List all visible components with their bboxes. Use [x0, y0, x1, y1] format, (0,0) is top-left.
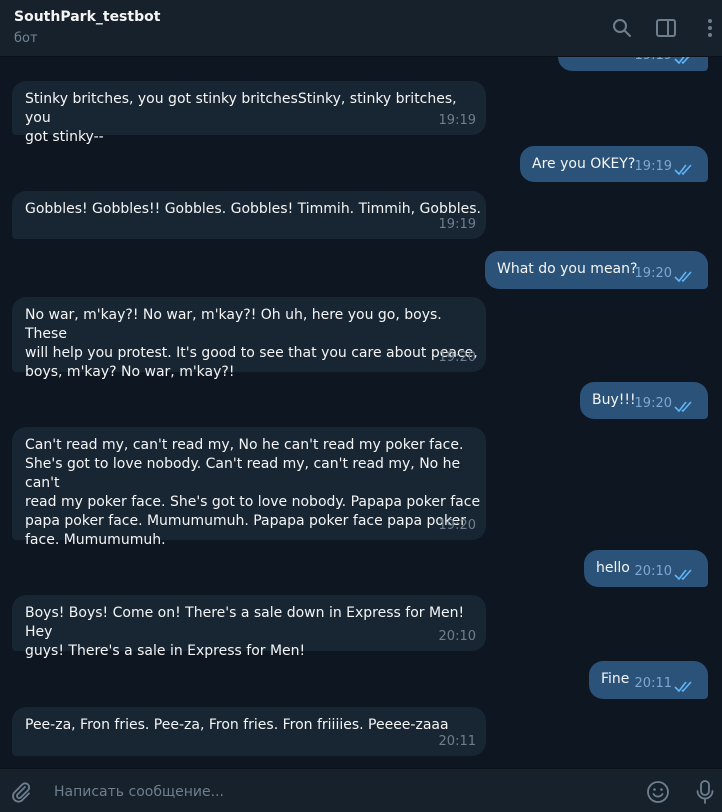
- message-text: What do you mean?: [497, 261, 638, 277]
- sidebar-toggle-icon[interactable]: [654, 16, 678, 40]
- double-check-icon: [674, 569, 692, 581]
- chat-status: бот: [14, 31, 38, 46]
- message-text: Boys! Boys! Come on! There's a sale down…: [25, 605, 465, 659]
- message-incoming[interactable]: Stinky britches, you got stinky britches…: [12, 81, 486, 145]
- search-icon[interactable]: [610, 16, 634, 40]
- message-time: 19:19: [438, 217, 476, 232]
- double-check-icon: [674, 401, 692, 413]
- message-text: Fine: [601, 671, 630, 687]
- message-incoming[interactable]: No war, m'kay?! No war, m'kay?! Oh uh, h…: [12, 297, 486, 380]
- message-time: 19:19: [635, 57, 672, 65]
- double-check-icon: [674, 164, 692, 176]
- message-time: 19:19: [634, 159, 672, 174]
- message-time: 19:20: [634, 396, 672, 411]
- chat-title[interactable]: SouthPark_testbot: [14, 9, 160, 25]
- message-text: Are you OKEY?: [532, 156, 636, 172]
- message-incoming[interactable]: Pee-za, Fron fries. Pee-za, Fron fries. …: [12, 707, 486, 756]
- message-time: 20:11: [634, 676, 672, 691]
- chat-header: SouthPark_testbot бот: [0, 0, 722, 57]
- message-list[interactable]: 19:19 Stinky britches, you got stinky br…: [0, 57, 722, 768]
- double-check-icon: [674, 271, 692, 283]
- double-check-icon: [674, 57, 690, 65]
- message-time: 19:19: [438, 113, 476, 128]
- message-incoming[interactable]: Gobbles! Gobbles!! Gobbles. Gobbles! Tim…: [12, 191, 486, 239]
- more-icon[interactable]: [698, 16, 722, 40]
- message-text: Gobbles! Gobbles!! Gobbles. Gobbles! Tim…: [25, 201, 481, 217]
- emoji-icon[interactable]: [645, 779, 671, 805]
- message-text: Stinky britches, you got stinky britches…: [25, 91, 457, 145]
- message-outgoing[interactable]: Fine 20:11: [589, 661, 708, 699]
- telegram-window: SouthPark_testbot бот 19:19: [0, 0, 722, 812]
- message-text: No war, m'kay?! No war, m'kay?! Oh uh, h…: [25, 307, 478, 380]
- message-outgoing[interactable]: What do you mean? 19:20: [485, 251, 708, 289]
- message-outgoing-partial[interactable]: 19:19: [558, 57, 708, 71]
- message-text: hello: [596, 560, 630, 576]
- message-outgoing[interactable]: Are you OKEY? 19:19: [520, 146, 708, 182]
- message-time: 20:10: [634, 564, 672, 579]
- message-incoming[interactable]: Can't read my, can't read my, No he can'…: [12, 427, 486, 548]
- message-time: 19:20: [438, 518, 476, 533]
- double-check-icon: [674, 681, 692, 693]
- message-text: Buy!!!: [592, 392, 636, 408]
- message-time: 20:11: [438, 734, 476, 749]
- message-outgoing[interactable]: hello 20:10: [584, 550, 708, 587]
- message-text: Can't read my, can't read my, No he can'…: [25, 437, 481, 548]
- message-time: 19:20: [634, 266, 672, 281]
- message-outgoing[interactable]: Buy!!! 19:20: [580, 382, 708, 419]
- message-input[interactable]: [52, 779, 616, 805]
- message-time: 19:20: [438, 350, 476, 365]
- microphone-icon[interactable]: [692, 779, 718, 805]
- message-incoming[interactable]: Boys! Boys! Come on! There's a sale down…: [12, 595, 486, 659]
- attach-icon[interactable]: [8, 779, 34, 805]
- message-composer: [0, 768, 722, 812]
- message-time: 20:10: [438, 629, 476, 644]
- message-text: Pee-za, Fron fries. Pee-za, Fron fries. …: [25, 717, 449, 733]
